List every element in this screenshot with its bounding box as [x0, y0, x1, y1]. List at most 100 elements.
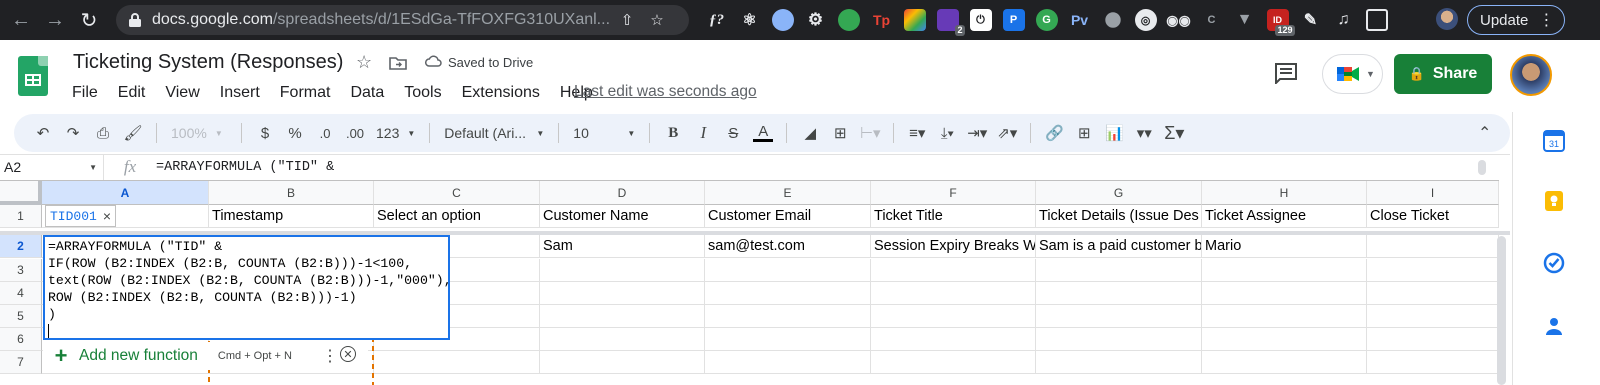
cell[interactable]: [1202, 305, 1367, 328]
media-queue-icon[interactable]: ♫: [1333, 9, 1355, 31]
zoom-select[interactable]: 100% ▼: [165, 119, 233, 147]
document-title[interactable]: Ticketing System (Responses): [73, 51, 343, 74]
insert-chart-icon[interactable]: 📊: [1099, 119, 1129, 147]
update-button[interactable]: Update ⋮: [1467, 5, 1565, 35]
font-size-select[interactable]: 10 ▼: [567, 119, 641, 147]
select-all-corner[interactable]: [0, 181, 42, 205]
p-ext-icon[interactable]: P: [1002, 9, 1025, 31]
cell-f1[interactable]: Ticket Title: [871, 205, 1036, 228]
forward-icon[interactable]: →: [38, 3, 72, 37]
insert-link-icon[interactable]: 🔗: [1039, 119, 1069, 147]
merge-cells-icon[interactable]: ⊢▾: [855, 119, 885, 147]
pv-ext-icon[interactable]: Pv: [1069, 9, 1091, 31]
bookmark-star-icon[interactable]: ☆: [642, 11, 672, 29]
cell[interactable]: [1202, 351, 1367, 374]
more-vert-icon[interactable]: ⋮: [322, 346, 338, 366]
star-icon[interactable]: ☆: [356, 52, 372, 73]
row-header-3[interactable]: 3: [0, 259, 42, 282]
cloud-saved-icon[interactable]: [424, 54, 442, 68]
cell-d2[interactable]: Sam: [540, 235, 705, 258]
row-header-7[interactable]: 7: [0, 351, 42, 374]
text-wrapping-icon[interactable]: ⇥▾: [962, 119, 992, 147]
cell-e2[interactable]: sam@test.com: [705, 235, 871, 258]
circle-ext-icon[interactable]: [771, 9, 794, 31]
color-ext-icon[interactable]: [903, 9, 926, 31]
cell[interactable]: [705, 259, 871, 282]
menu-tools[interactable]: Tools: [394, 82, 451, 104]
cell[interactable]: [540, 305, 705, 328]
cell[interactable]: [1367, 259, 1499, 282]
cell[interactable]: [871, 328, 1036, 351]
purple-ext-icon[interactable]: 2: [936, 9, 965, 36]
menu-data[interactable]: Data: [340, 82, 394, 104]
menu-extensions[interactable]: Extensions: [452, 82, 550, 104]
cell[interactable]: [540, 259, 705, 282]
cell-d1[interactable]: Customer Name: [540, 205, 705, 228]
cell-g1[interactable]: Ticket Details (Issue Des: [1036, 205, 1202, 228]
row-header-5[interactable]: 5: [0, 305, 42, 328]
paint-format-icon[interactable]: 🖌: [118, 119, 148, 147]
vertical-align-icon[interactable]: ⤓▾: [932, 119, 962, 147]
account-avatar[interactable]: [1510, 54, 1552, 96]
cell-i1[interactable]: Close Ticket: [1367, 205, 1499, 228]
close-icon[interactable]: ×: [103, 208, 111, 224]
move-folder-icon[interactable]: [389, 56, 407, 70]
name-box[interactable]: A2 ▼: [0, 154, 104, 180]
column-header-g[interactable]: G: [1036, 181, 1202, 205]
column-header-h[interactable]: H: [1202, 181, 1367, 205]
cell[interactable]: [705, 351, 871, 374]
currency-format-button[interactable]: $: [250, 119, 280, 147]
cell-h2[interactable]: Mario: [1202, 235, 1367, 258]
column-header-c[interactable]: C: [374, 181, 540, 205]
vertical-scrollbar[interactable]: [1497, 236, 1506, 385]
formula-ext-icon[interactable]: ƒ?: [706, 9, 728, 31]
last-edit-link[interactable]: Last edit was seconds ago: [574, 83, 757, 101]
undo-icon[interactable]: ↶: [28, 119, 58, 147]
cell[interactable]: [1036, 351, 1202, 374]
cell[interactable]: [540, 328, 705, 351]
close-circle-icon[interactable]: ✕: [340, 346, 356, 362]
formula-input[interactable]: =ARRAYFORMULA ("TID" &: [156, 160, 334, 175]
c-ext-icon[interactable]: C: [1201, 9, 1223, 31]
column-header-e[interactable]: E: [705, 181, 871, 205]
cell[interactable]: [871, 351, 1036, 374]
formula-bar-scrollbar[interactable]: [1478, 160, 1486, 175]
redo-icon[interactable]: ↷: [58, 119, 88, 147]
side-panel-toggle-icon[interactable]: [1365, 9, 1388, 31]
filter-icon[interactable]: ▾▾: [1129, 119, 1159, 147]
comment-history-icon[interactable]: [1274, 62, 1298, 84]
print-icon[interactable]: ⎙: [88, 119, 118, 147]
cell-c1[interactable]: Select an option: [374, 205, 540, 228]
cell[interactable]: [1367, 282, 1499, 305]
horizontal-align-icon[interactable]: ≡▾: [902, 119, 932, 147]
tp-ext-icon[interactable]: Tp: [871, 9, 893, 31]
row-header-1[interactable]: 1: [0, 205, 42, 228]
cell[interactable]: [871, 282, 1036, 305]
cell[interactable]: [705, 328, 871, 351]
cell[interactable]: [1367, 328, 1499, 351]
gear-ext-icon[interactable]: ⚙: [805, 9, 827, 31]
sheets-logo-icon[interactable]: [18, 56, 48, 96]
cell-e1[interactable]: Customer Email: [705, 205, 871, 228]
cell[interactable]: [1036, 259, 1202, 282]
browser-profile-avatar[interactable]: [1436, 8, 1458, 30]
cell[interactable]: [705, 282, 871, 305]
contacts-icon[interactable]: [1543, 315, 1565, 337]
reload-icon[interactable]: ↻: [72, 3, 106, 37]
functions-icon[interactable]: Σ▾: [1159, 119, 1189, 147]
menu-edit[interactable]: Edit: [108, 82, 156, 104]
decrease-decimal-button[interactable]: .0: [310, 119, 340, 147]
column-header-a[interactable]: A: [42, 181, 209, 205]
back-icon[interactable]: ←: [4, 3, 38, 37]
column-header-b[interactable]: B: [209, 181, 374, 205]
fill-color-icon[interactable]: ◢: [795, 119, 825, 147]
collapse-menus-icon[interactable]: ⌃: [1478, 123, 1491, 143]
percent-format-button[interactable]: %: [280, 119, 310, 147]
globe-ext-icon[interactable]: ◎: [1134, 9, 1157, 31]
puzzle-extensions-icon[interactable]: ✎: [1300, 9, 1322, 31]
share-page-icon[interactable]: ⇧: [612, 11, 642, 29]
cell[interactable]: [1202, 259, 1367, 282]
menu-insert[interactable]: Insert: [210, 82, 270, 104]
v-ext-icon[interactable]: ▼: [1234, 9, 1256, 31]
add-new-function-button[interactable]: Add new function: [79, 347, 198, 365]
